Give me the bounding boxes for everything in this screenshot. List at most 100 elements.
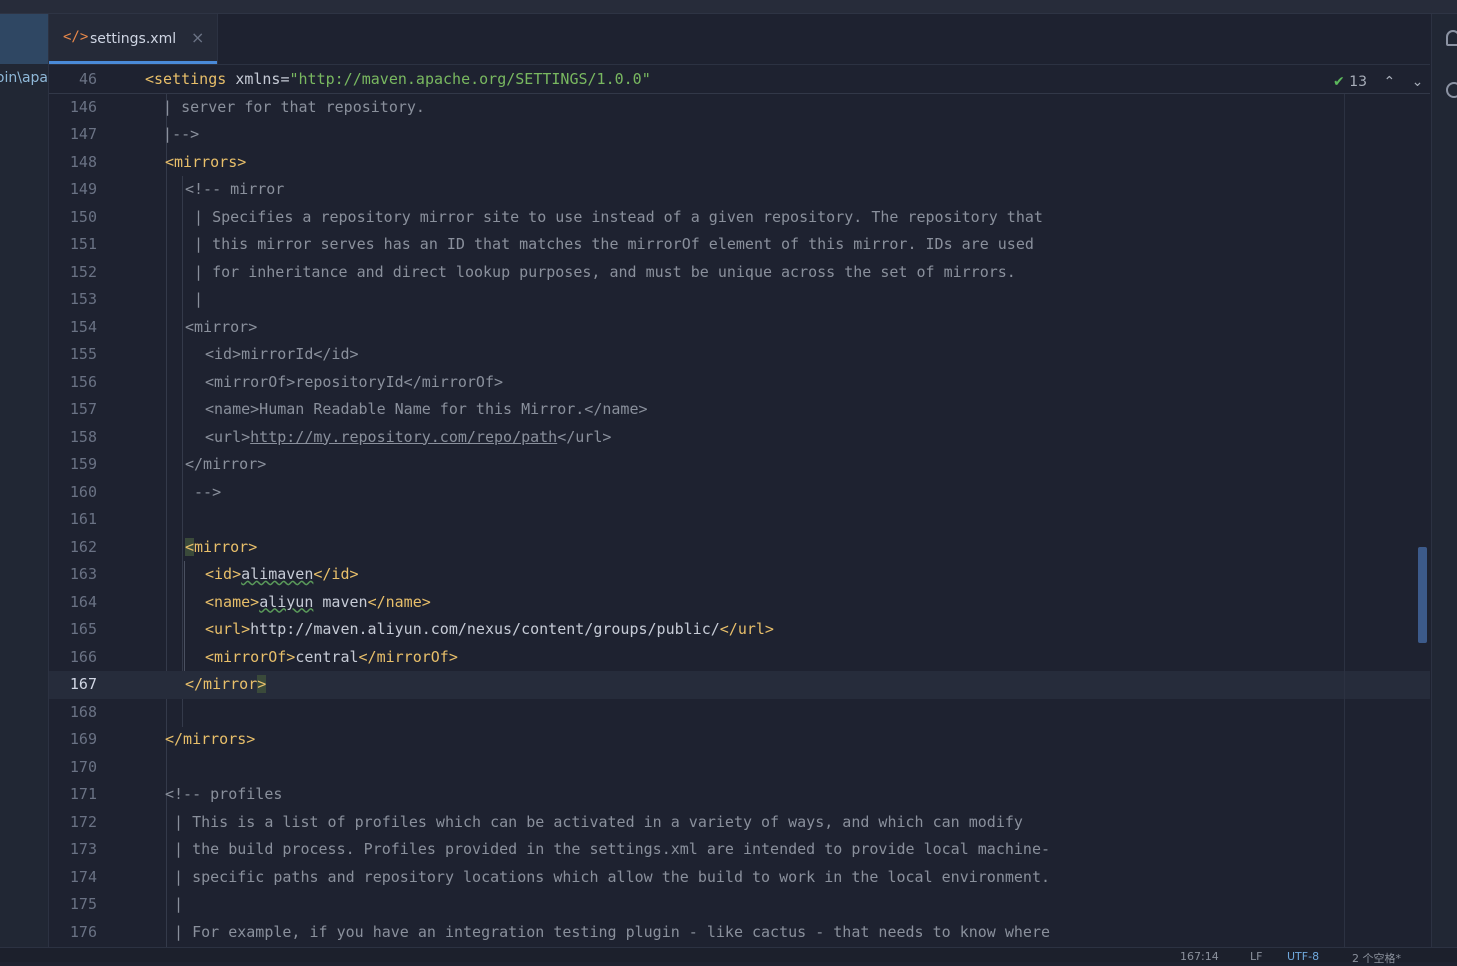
line-number[interactable]: 153 bbox=[49, 286, 97, 313]
code-line[interactable]: 167 </mirror> bbox=[49, 671, 1430, 699]
project-path-fragment[interactable]: oin\apa bbox=[0, 70, 48, 86]
status-bar: 167:14 LF UTF-8 2 个空格* bbox=[0, 947, 1457, 965]
code-line[interactable]: 163 <id>alimaven</id> bbox=[49, 561, 1430, 589]
line-number[interactable]: 148 bbox=[49, 149, 97, 176]
xml-attr-value: "http://maven.apache.org/SETTINGS/1.0.0" bbox=[289, 70, 651, 88]
xml-attribute: xmlns bbox=[235, 70, 281, 88]
comment-text: <name>Human Readable Name for this Mirro… bbox=[205, 400, 648, 418]
code-line[interactable]: 155 <id>mirrorId</id> bbox=[49, 341, 1430, 369]
code-text: </mirror> bbox=[185, 671, 267, 698]
xml-tag: <settings bbox=[145, 70, 227, 88]
ai-assistant-icon[interactable] bbox=[1446, 82, 1457, 98]
code-line[interactable]: 151 | this mirror serves has an ID that … bbox=[49, 231, 1430, 259]
code-text: --> bbox=[185, 479, 221, 506]
line-number[interactable]: 168 bbox=[49, 699, 97, 726]
code-line[interactable]: 156 <mirrorOf>repositoryId</mirrorOf> bbox=[49, 369, 1430, 397]
project-panel-header bbox=[0, 14, 48, 64]
inspection-widget[interactable]: ✔ 13 ⌃ ⌄ bbox=[1333, 74, 1423, 90]
line-number[interactable]: 167 bbox=[49, 671, 97, 698]
code-line[interactable]: 164 <name>aliyun maven</name> bbox=[49, 589, 1430, 617]
sticky-header-line[interactable]: 46 <settings xmlns="http://maven.apache.… bbox=[49, 65, 1430, 94]
code-line[interactable]: 152 | for inheritance and direct lookup … bbox=[49, 259, 1430, 287]
comment-text: <!-- mirror bbox=[185, 180, 285, 198]
code-line[interactable]: 149 <!-- mirror bbox=[49, 176, 1430, 204]
code-line[interactable]: 170 bbox=[49, 754, 1430, 782]
comment-text: | the build process. Profiles provided i… bbox=[165, 840, 1051, 858]
code-line[interactable]: 172 | This is a list of profiles which c… bbox=[49, 809, 1430, 837]
line-number[interactable]: 159 bbox=[49, 451, 97, 478]
code-line[interactable]: 166 <mirrorOf>central</mirrorOf> bbox=[49, 644, 1430, 672]
code-line[interactable]: 171 <!-- profiles bbox=[49, 781, 1430, 809]
line-number[interactable]: 158 bbox=[49, 424, 97, 451]
code-line[interactable]: 157 <name>Human Readable Name for this Mi… bbox=[49, 396, 1430, 424]
code-line[interactable]: 162 <mirror> bbox=[49, 534, 1430, 562]
line-number[interactable]: 171 bbox=[49, 781, 97, 808]
code-line[interactable]: 148 <mirrors> bbox=[49, 149, 1430, 177]
code-line[interactable]: 175 | bbox=[49, 891, 1430, 919]
line-number[interactable]: 155 bbox=[49, 341, 97, 368]
code-text: <!-- mirror bbox=[185, 176, 284, 203]
code-line[interactable]: 159 </mirror> bbox=[49, 451, 1430, 479]
line-number[interactable]: 160 bbox=[49, 479, 97, 506]
code-line[interactable]: 160 --> bbox=[49, 479, 1430, 507]
code-line[interactable]: 158 <url>http://my.repository.com/repo/pa… bbox=[49, 424, 1430, 452]
line-number[interactable]: 147 bbox=[49, 121, 97, 148]
line-number[interactable]: 174 bbox=[49, 864, 97, 891]
comment-text: | Specifies a repository mirror site to … bbox=[185, 207, 1043, 226]
line-number[interactable]: 146 bbox=[49, 94, 97, 121]
code-text: </mirror> bbox=[185, 451, 266, 478]
line-number[interactable]: 150 bbox=[49, 204, 97, 231]
project-panel-edge[interactable]: oin\apa bbox=[0, 14, 49, 947]
comment-text: | for inheritance and direct lookup purp… bbox=[185, 262, 1016, 281]
code-line[interactable]: 176 | For example, if you have an integr… bbox=[49, 919, 1430, 947]
line-number[interactable]: 162 bbox=[49, 534, 97, 561]
code-line[interactable]: 146 | server for that repository. bbox=[49, 94, 1430, 122]
chevron-down-icon[interactable]: ⌄ bbox=[1412, 74, 1424, 90]
line-number[interactable]: 175 bbox=[49, 891, 97, 918]
line-number[interactable]: 172 bbox=[49, 809, 97, 836]
line-number[interactable]: 173 bbox=[49, 836, 97, 863]
editor-tab-bar: </> settings.xml × bbox=[49, 14, 1430, 65]
tab-settings-xml[interactable]: </> settings.xml × bbox=[49, 14, 218, 64]
code-editor[interactable]: 46 <settings xmlns="http://maven.apache.… bbox=[49, 65, 1430, 947]
line-number[interactable]: 170 bbox=[49, 754, 97, 781]
file-encoding[interactable]: UTF-8 bbox=[1287, 950, 1319, 963]
line-number[interactable]: 156 bbox=[49, 369, 97, 396]
line-number[interactable]: 166 bbox=[49, 644, 97, 671]
code-line[interactable]: 161 bbox=[49, 506, 1430, 534]
line-number[interactable]: 157 bbox=[49, 396, 97, 423]
code-line[interactable]: 150 | Specifies a repository mirror site… bbox=[49, 204, 1430, 232]
xml-tag: <url> bbox=[205, 620, 251, 638]
code-line[interactable]: 153 | bbox=[49, 286, 1430, 314]
indent-setting[interactable]: 2 个空格* bbox=[1352, 950, 1401, 966]
cursor-position[interactable]: 167:14 bbox=[1180, 950, 1219, 963]
chevron-up-icon[interactable]: ⌃ bbox=[1383, 74, 1395, 90]
xml-value: aliyun bbox=[259, 592, 314, 611]
line-number[interactable]: 169 bbox=[49, 726, 97, 753]
line-number[interactable]: 152 bbox=[49, 259, 97, 286]
xml-tag: <mirrors> bbox=[165, 152, 247, 171]
code-line[interactable]: 169 </mirrors> bbox=[49, 726, 1430, 754]
code-line[interactable]: 174 | specific paths and repository loca… bbox=[49, 864, 1430, 892]
scrollbar-thumb[interactable] bbox=[1418, 547, 1427, 643]
line-number[interactable]: 149 bbox=[49, 176, 97, 203]
notifications-icon[interactable] bbox=[1446, 30, 1457, 46]
line-number[interactable]: 164 bbox=[49, 589, 97, 616]
line-number[interactable]: 163 bbox=[49, 561, 97, 588]
equals-sign: = bbox=[280, 70, 290, 88]
code-line[interactable]: 173 | the build process. Profiles provid… bbox=[49, 836, 1430, 864]
code-text: <mirrorOf>repositoryId</mirrorOf> bbox=[205, 369, 503, 396]
line-separator[interactable]: LF bbox=[1250, 950, 1262, 963]
code-line[interactable]: 154 <mirror> bbox=[49, 314, 1430, 342]
close-icon[interactable]: × bbox=[191, 28, 204, 47]
line-number[interactable]: 161 bbox=[49, 506, 97, 533]
code-line[interactable]: 168 bbox=[49, 699, 1430, 727]
code-text: <mirrors> bbox=[165, 149, 246, 176]
line-number[interactable]: 176 bbox=[49, 919, 97, 946]
line-number[interactable]: 154 bbox=[49, 314, 97, 341]
line-number[interactable]: 151 bbox=[49, 231, 97, 258]
xml-tag: </mirrorOf> bbox=[358, 647, 458, 666]
code-line[interactable]: 165 <url>http://maven.aliyun.com/nexus/co… bbox=[49, 616, 1430, 644]
line-number[interactable]: 165 bbox=[49, 616, 97, 643]
code-line[interactable]: 147 |--> bbox=[49, 121, 1430, 149]
